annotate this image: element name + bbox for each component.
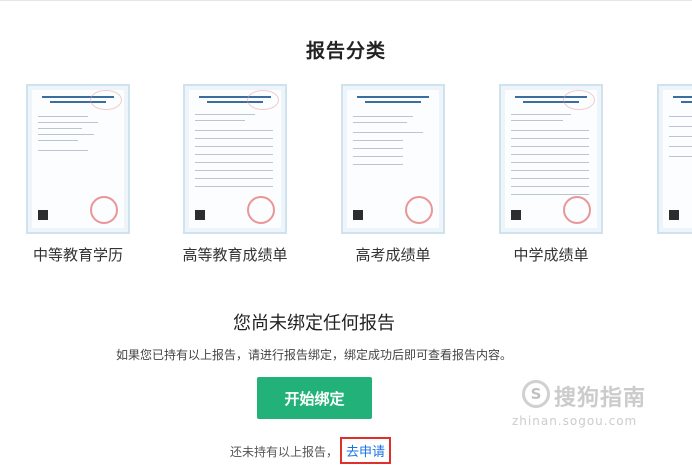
apply-prompt-text: 还未持有以上报告， <box>230 445 339 459</box>
section-title: 报告分类 <box>305 40 386 62</box>
watermark-brand: 搜狗指南 <box>554 386 647 411</box>
qr-code-icon <box>195 210 205 220</box>
qr-code-icon <box>669 210 679 220</box>
official-stamp-icon <box>247 196 275 224</box>
empty-state-description: 如果您已持有以上报告，请进行报告绑定，绑定成功后即可查看报告内容。 <box>115 348 512 362</box>
top-divider <box>0 0 692 1</box>
report-thumbnail <box>183 84 287 234</box>
sogou-logo-icon: S <box>522 380 550 408</box>
report-thumbnail <box>26 84 130 234</box>
report-card-label: 高考成绩单 <box>355 246 431 264</box>
qr-code-icon <box>511 210 521 220</box>
official-stamp-icon <box>563 196 591 224</box>
report-thumbnail <box>657 84 692 234</box>
report-thumbnail <box>341 84 445 234</box>
empty-state-title: 您尚未绑定任何报告 <box>233 313 395 334</box>
apply-link[interactable]: 去申请 <box>340 437 392 464</box>
report-card-label: 高等教育成绩单 <box>182 246 288 264</box>
qr-code-icon <box>38 210 48 220</box>
start-binding-button[interactable]: 开始绑定 <box>257 377 372 419</box>
official-stamp-icon <box>90 196 118 224</box>
watermark: S 搜狗指南 zhinan.sogou.com <box>512 378 692 438</box>
watermark-url: zhinan.sogou.com <box>512 414 638 428</box>
report-card-label: 中学成绩单 <box>513 246 589 264</box>
report-card-label: 会考 <box>629 244 692 265</box>
report-category-list: 中等教育学历 高等教育成绩单 高考成绩单 中学成绩单 <box>0 84 692 274</box>
report-thumbnail <box>499 84 603 234</box>
report-card-label: 中等教育学历 <box>32 246 123 264</box>
official-stamp-icon <box>405 196 433 224</box>
qr-code-icon <box>353 210 363 220</box>
apply-prompt-row: 还未持有以上报告， 去申请 <box>230 437 430 464</box>
